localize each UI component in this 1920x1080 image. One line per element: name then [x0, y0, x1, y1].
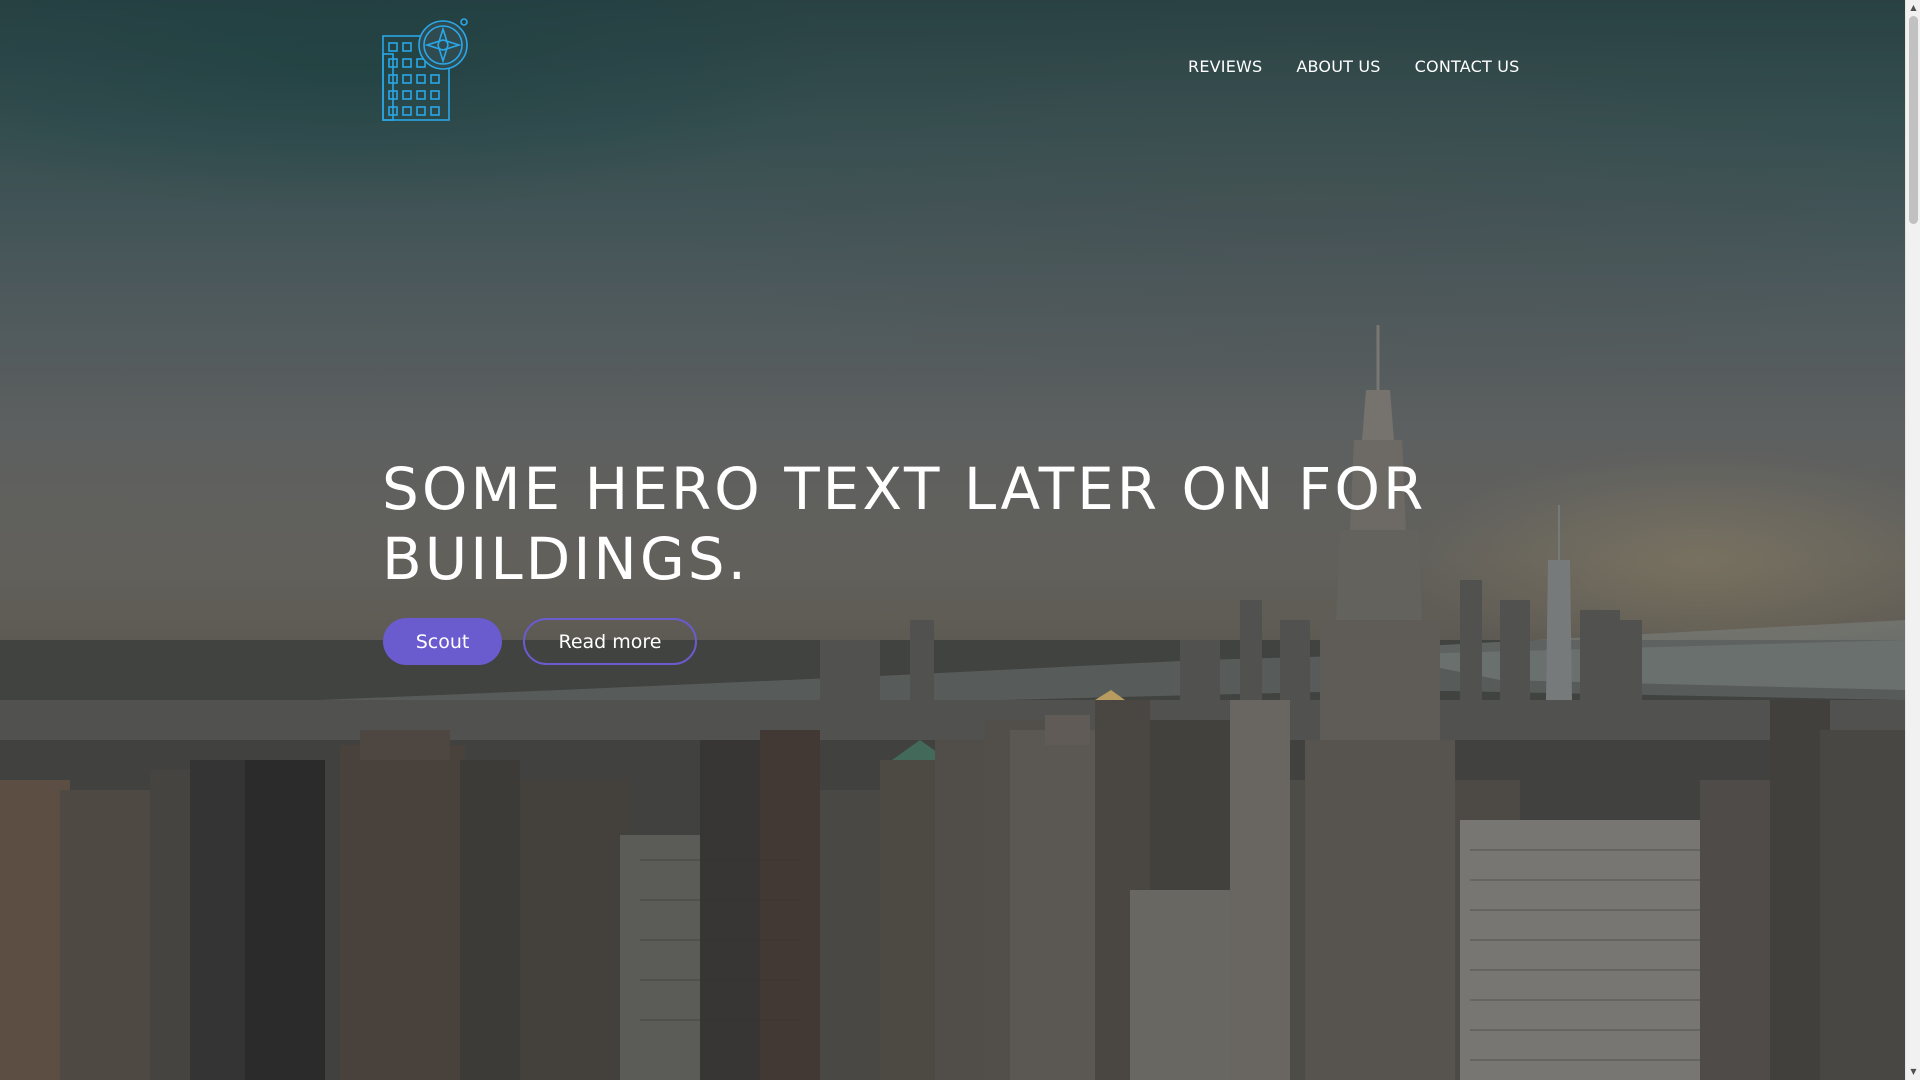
scroll-down-arrow-icon[interactable]: ▼	[1906, 1064, 1920, 1080]
read-more-button[interactable]: Read more	[523, 618, 697, 665]
hero-title: SOME HERO TEXT LATER ON FOR BUILDINGS.	[382, 455, 1427, 593]
nav-about-us-link[interactable]: ABOUT US	[1279, 56, 1397, 78]
scout-button[interactable]: Scout	[383, 618, 502, 665]
nav-reviews-link[interactable]: REVIEWS	[1188, 56, 1279, 78]
main-nav: REVIEWS ABOUT US CONTACT US	[1188, 56, 1537, 78]
nav-contact-us-link[interactable]: CONTACT US	[1398, 56, 1537, 78]
page-scrollbar[interactable]: ▲ ▼	[1905, 0, 1920, 1080]
scrollbar-thumb[interactable]	[1909, 16, 1918, 224]
site-logo[interactable]	[382, 18, 472, 122]
building-compass-logo-icon	[382, 18, 468, 121]
scroll-up-arrow-icon[interactable]: ▲	[1906, 0, 1920, 16]
